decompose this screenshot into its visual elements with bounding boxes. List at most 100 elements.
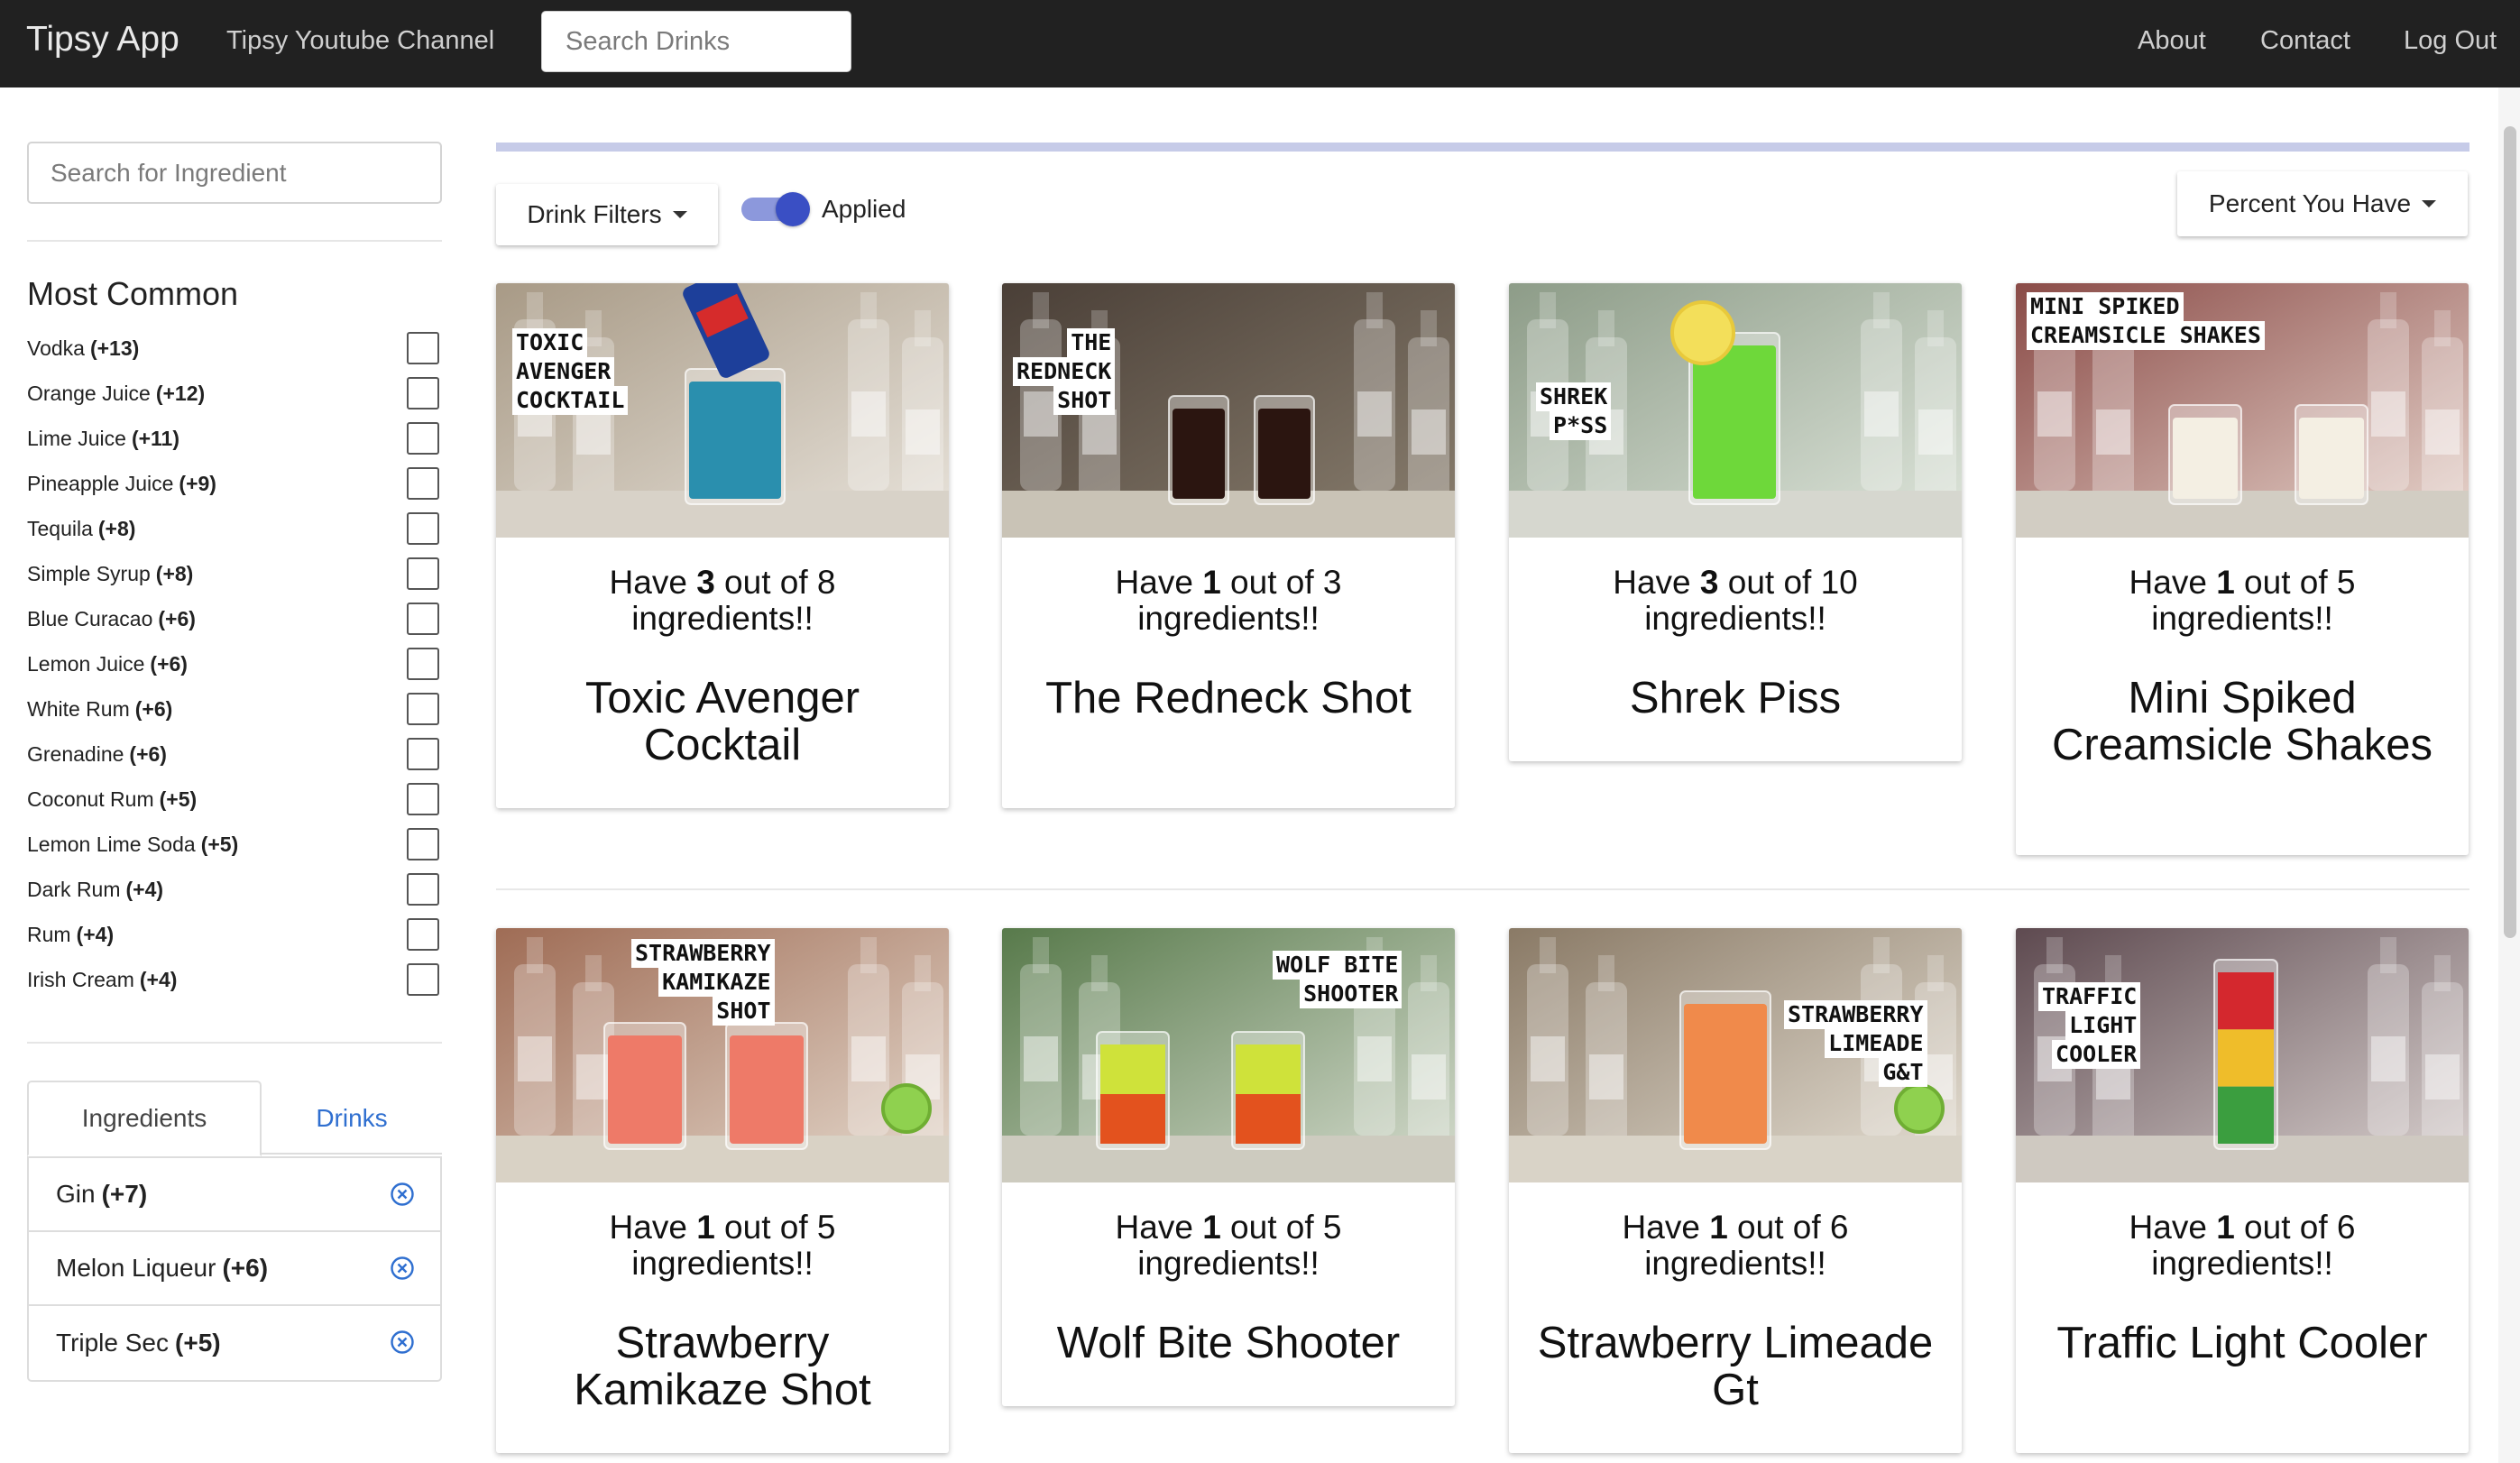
ingredient-checkbox[interactable] <box>407 738 439 770</box>
have-count: 1 <box>696 1209 715 1246</box>
sort-dropdown-button[interactable]: Percent You Have <box>2177 171 2468 236</box>
page-scrollbar-thumb[interactable] <box>2504 126 2516 938</box>
drink-thumbnail: SHREK P*SS <box>1509 283 1962 538</box>
drink-thumbnail: STRAWBERRY LIMEADE G&T <box>1509 928 1962 1182</box>
common-ingredient-item: Orange Juice (+12) <box>27 371 442 416</box>
have-middle: out of <box>724 1209 808 1246</box>
remove-circle-icon[interactable] <box>390 1256 415 1281</box>
drink-title[interactable]: The Redneck Shot <box>1002 675 1455 763</box>
drink-title[interactable]: Strawberry Kamikaze Shot <box>496 1320 949 1453</box>
ingredient-name: Melon Liqueur <box>56 1254 216 1282</box>
thumbnail-caption-line: COCKTAIL <box>512 386 629 415</box>
ingredient-count: (+6) <box>150 651 188 676</box>
contact-link[interactable]: Contact <box>2260 26 2350 56</box>
sidebar-tabs: Ingredients Drinks <box>27 1081 442 1156</box>
ingredient-checkbox[interactable] <box>407 557 439 590</box>
ingredient-checkbox[interactable] <box>407 873 439 906</box>
filters-applied-toggle[interactable] <box>741 192 810 226</box>
about-link[interactable]: About <box>2138 26 2206 56</box>
brand-link[interactable]: Tipsy App <box>26 20 179 60</box>
thumbnail-caption-line: LIGHT <box>2065 1011 2141 1040</box>
tab-ingredients[interactable]: Ingredients <box>27 1081 262 1156</box>
total-count: 6 <box>1829 1209 1849 1246</box>
thumbnail-caption-line: LIMEADE <box>1825 1029 1927 1058</box>
drink-title[interactable]: Traffic Light Cooler <box>2016 1320 2469 1408</box>
ingredient-count: (+5) <box>200 832 239 856</box>
ingredient-count: (+6) <box>129 741 167 766</box>
ingredient-name: Tequila <box>27 516 93 540</box>
drink-card[interactable]: WOLF BITE SHOOTER Have 1 out of 5 ingredien… <box>1002 928 1455 1406</box>
ingredient-count: (+4) <box>76 922 115 946</box>
have-suffix: ingredients!! <box>631 600 814 637</box>
drink-card[interactable]: SHREK P*SS Have 3 out of 10 ingredients!! Sh… <box>1509 283 1962 761</box>
common-ingredient-item: Rum (+4) <box>27 912 442 957</box>
common-ingredient-item: Coconut Rum (+5) <box>27 777 442 822</box>
thumbnail-caption-line: REDNECK <box>1013 357 1116 386</box>
thumbnail-caption-line: SHOT <box>713 997 775 1026</box>
drink-title[interactable]: Mini Spiked Creamsicle Shakes <box>2016 675 2469 810</box>
have-count: 3 <box>696 564 715 601</box>
ingredient-count: (+9) <box>179 471 216 495</box>
caret-down-icon <box>2422 200 2437 207</box>
ingredient-checkbox[interactable] <box>407 648 439 680</box>
have-prefix: Have <box>1115 1209 1193 1246</box>
common-ingredient-item: Simple Syrup (+8) <box>27 551 442 596</box>
ingredient-checkbox[interactable] <box>407 918 439 951</box>
ingredient-checkbox[interactable] <box>407 963 439 996</box>
selected-ingredients-list: Gin (+7) Melon Liqueur (+6) Triple Sec (+5) <box>27 1156 442 1382</box>
drink-filters-button[interactable]: Drink Filters <box>496 184 718 245</box>
ingredient-checkbox[interactable] <box>407 467 439 500</box>
drink-title[interactable]: Wolf Bite Shooter <box>1002 1320 1455 1406</box>
ingredient-search-input[interactable] <box>27 142 442 204</box>
remove-circle-icon[interactable] <box>390 1330 415 1355</box>
drink-card[interactable]: TOXIC AVENGER COCKTAIL Have 3 out of 8 ingre… <box>496 283 949 808</box>
search-drinks-input[interactable] <box>541 11 851 72</box>
have-suffix: ingredients!! <box>1137 1245 1320 1282</box>
ingredient-count: (+6) <box>222 1254 269 1282</box>
toggle-knob <box>776 192 810 226</box>
remove-circle-icon[interactable] <box>390 1182 415 1207</box>
thumbnail-caption: TOXIC AVENGER COCKTAIL <box>512 328 629 415</box>
ingredient-checkbox[interactable] <box>407 377 439 409</box>
drink-title[interactable]: Strawberry Limeade Gt <box>1509 1320 1962 1453</box>
have-suffix: ingredients!! <box>1644 1245 1826 1282</box>
have-prefix: Have <box>2129 1209 2207 1246</box>
drink-thumbnail: TOXIC AVENGER COCKTAIL <box>496 283 949 538</box>
ingredient-checkbox[interactable] <box>407 783 439 815</box>
have-middle: out of <box>1230 564 1314 601</box>
drink-title[interactable]: Shrek Piss <box>1509 675 1962 761</box>
ingredient-checkbox[interactable] <box>407 512 439 545</box>
ingredient-checkbox[interactable] <box>407 332 439 364</box>
common-ingredient-item: Lime Juice (+11) <box>27 416 442 461</box>
ingredient-match-text: Have 1 out of 3 ingredients!! <box>1002 565 1455 637</box>
drink-thumbnail: THE REDNECK SHOT <box>1002 283 1455 538</box>
thumbnail-caption: STRAWBERRY KAMIKAZE SHOT <box>631 939 775 1026</box>
total-count: 10 <box>1820 564 1858 601</box>
ingredient-name: White Rum <box>27 696 130 721</box>
ingredient-checkbox[interactable] <box>407 828 439 860</box>
tab-drinks[interactable]: Drinks <box>262 1081 442 1156</box>
ingredient-count: (+4) <box>139 967 178 991</box>
ingredient-count: (+6) <box>134 696 173 721</box>
ingredient-count: (+11) <box>131 426 180 450</box>
thumbnail-caption-line: STRAWBERRY <box>1784 1000 1927 1029</box>
drink-card[interactable]: STRAWBERRY KAMIKAZE SHOT Have 1 out of 5 ing… <box>496 928 949 1453</box>
ingredient-checkbox[interactable] <box>407 422 439 455</box>
youtube-channel-link[interactable]: Tipsy Youtube Channel <box>226 26 494 56</box>
ingredient-checkbox[interactable] <box>407 693 439 725</box>
ingredient-match-text: Have 1 out of 6 ingredients!! <box>1509 1210 1962 1282</box>
ingredient-count: (+8) <box>155 561 194 585</box>
ingredient-checkbox[interactable] <box>407 603 439 635</box>
ingredient-name: Lime Juice <box>27 426 126 450</box>
have-prefix: Have <box>609 1209 687 1246</box>
have-middle: out of <box>1727 564 1812 601</box>
drink-card[interactable]: THE REDNECK SHOT Have 1 out of 3 ingredients… <box>1002 283 1455 808</box>
accent-bar <box>496 143 2469 152</box>
drink-thumbnail: TRAFFIC LIGHT COOLER <box>2016 928 2469 1182</box>
drink-card[interactable]: MINI SPIKED CREAMSICLE SHAKES Have 1 out o… <box>2016 283 2469 855</box>
card-row-divider <box>496 888 2469 890</box>
drink-title[interactable]: Toxic Avenger Cocktail <box>496 675 949 808</box>
drink-card[interactable]: TRAFFIC LIGHT COOLER Have 1 out of 6 ingredi… <box>2016 928 2469 1453</box>
drink-card[interactable]: STRAWBERRY LIMEADE G&T Have 1 out of 6 ingre… <box>1509 928 1962 1453</box>
logout-link[interactable]: Log Out <box>2404 26 2497 56</box>
